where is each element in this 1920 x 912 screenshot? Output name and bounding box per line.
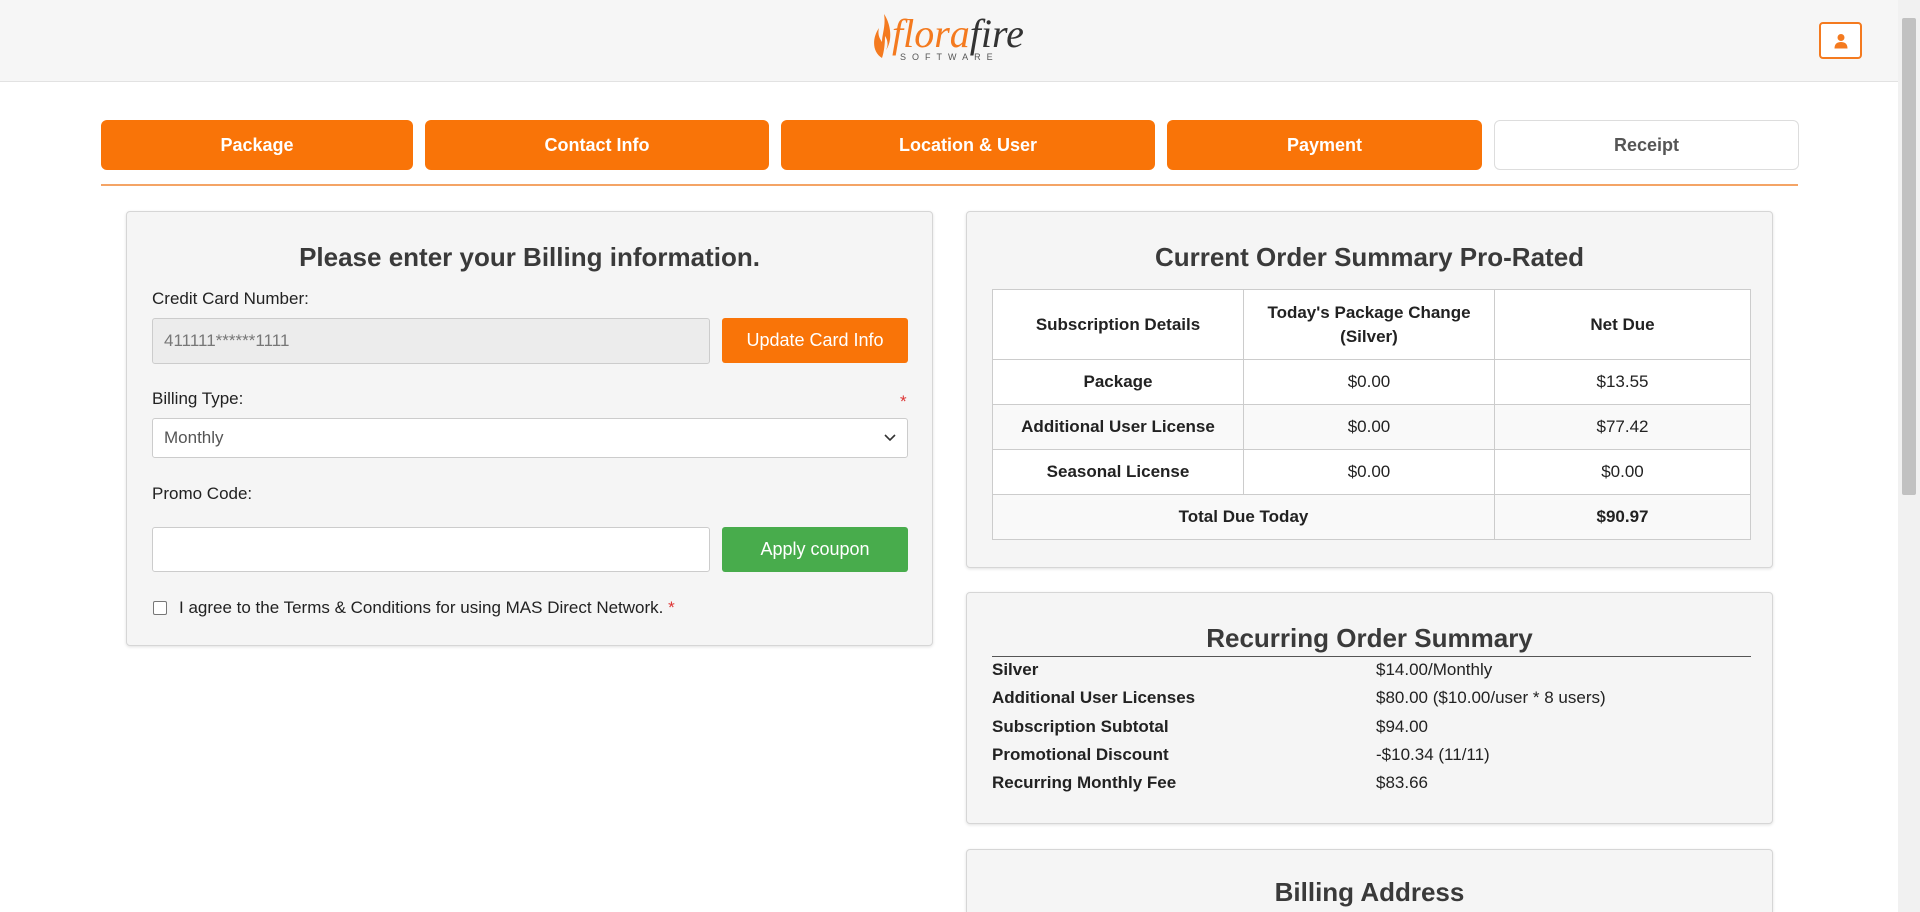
page-scrollbar[interactable] — [1898, 0, 1920, 912]
terms-required-mark: * — [668, 598, 675, 617]
billing-type-label: Billing Type: — [152, 389, 244, 408]
promo-code-label: Promo Code: — [152, 484, 253, 503]
recurring-row: Recurring Monthly Fee $83.66 — [992, 769, 1751, 797]
logo-secondary-text: fire — [969, 11, 1024, 56]
total-due-label: Total Due Today — [992, 494, 1495, 540]
user-account-button[interactable] — [1819, 22, 1862, 59]
recurring-key: Recurring Monthly Fee — [992, 773, 1177, 792]
promo-code-input[interactable] — [152, 527, 710, 572]
recurring-value: -$10.34 (11/11) — [1376, 745, 1490, 764]
billing-type-select[interactable]: Monthly — [152, 418, 908, 458]
step-payment[interactable]: Payment — [1167, 120, 1482, 170]
card-number-field[interactable]: 411111******1111 — [152, 318, 710, 364]
table-row: Additional User License $0.00 $77.42 — [992, 404, 1751, 450]
billing-type-value: Monthly — [164, 428, 224, 447]
order-summary-panel: Current Order Summary Pro-Rated Subscrip… — [966, 211, 1773, 568]
billing-address-panel: Billing Address — [966, 849, 1773, 912]
recurring-value: $80.00 ($10.00/user * 8 users) — [1376, 688, 1606, 707]
billing-address-title: Billing Address — [1274, 877, 1465, 907]
table-header-cell: Net Due — [1494, 289, 1751, 360]
scrollbar-thumb[interactable] — [1902, 18, 1916, 495]
table-cell-item: Additional User License — [992, 404, 1244, 450]
table-cell-change: $0.00 — [1243, 449, 1495, 495]
logo-subtitle: SOFTWARE — [900, 52, 999, 62]
billing-info-panel: Please enter your Billing information. C… — [126, 211, 933, 646]
table-cell-item: Package — [992, 359, 1244, 405]
recurring-key: Subscription Subtotal — [992, 717, 1169, 736]
top-header: florafire SOFTWARE — [0, 0, 1898, 82]
recurring-value: $14.00/Monthly — [1376, 660, 1493, 679]
table-cell-item: Seasonal License — [992, 449, 1244, 495]
recurring-key: Silver — [992, 660, 1039, 679]
terms-checkbox[interactable] — [153, 601, 167, 615]
table-row: Package $0.00 $13.55 — [992, 359, 1751, 405]
florafire-logo[interactable]: florafire SOFTWARE — [870, 12, 1030, 64]
recurring-key: Promotional Discount — [992, 745, 1169, 764]
table-cell-net: $0.00 — [1494, 449, 1751, 495]
recurring-row: Subscription Subtotal $94.00 — [992, 713, 1751, 741]
table-cell-net: $77.42 — [1494, 404, 1751, 450]
step-package[interactable]: Package — [101, 120, 413, 170]
user-icon — [1834, 33, 1847, 48]
flame-icon — [874, 14, 891, 58]
table-header-cell: Subscription Details — [992, 289, 1244, 360]
recurring-value: $94.00 — [1376, 717, 1428, 736]
table-cell-change: $0.00 — [1243, 404, 1495, 450]
apply-coupon-button[interactable]: Apply coupon — [722, 527, 908, 572]
table-cell-change: $0.00 — [1243, 359, 1495, 405]
logo-primary-text: flora — [892, 11, 970, 56]
terms-text: I agree to the Terms & Conditions for us… — [179, 598, 664, 617]
billing-info-title: Please enter your Billing information. — [299, 242, 760, 272]
step-receipt[interactable]: Receipt — [1494, 120, 1799, 170]
card-number-label: Credit Card Number: — [152, 289, 309, 308]
recurring-value: $83.66 — [1376, 773, 1428, 792]
order-summary-table: Subscription Details Today's Package Cha… — [992, 289, 1751, 540]
recurring-summary-title: Recurring Order Summary — [1206, 623, 1533, 653]
step-contact-info[interactable]: Contact Info — [425, 120, 769, 170]
recurring-key: Additional User Licenses — [992, 688, 1196, 707]
recurring-row: Silver $14.00/Monthly — [992, 656, 1751, 684]
recurring-summary-panel: Recurring Order Summary Silver $14.00/Mo… — [966, 592, 1773, 824]
table-header-cell: Today's Package Change (Silver) — [1243, 289, 1495, 360]
recurring-row: Promotional Discount -$10.34 (11/11) — [992, 741, 1751, 769]
table-total-row: Total Due Today $90.97 — [992, 494, 1751, 540]
update-card-info-button[interactable]: Update Card Info — [722, 318, 908, 363]
recurring-row: Additional User Licenses $80.00 ($10.00/… — [992, 684, 1751, 712]
logo-wordmark: florafire — [892, 12, 1024, 56]
table-row: Seasonal License $0.00 $0.00 — [992, 449, 1751, 495]
steps-divider — [101, 184, 1798, 186]
chevron-down-icon — [884, 434, 896, 442]
order-summary-title: Current Order Summary Pro-Rated — [1154, 242, 1585, 272]
table-header-row: Subscription Details Today's Package Cha… — [992, 289, 1751, 360]
terms-label: I agree to the Terms & Conditions for us… — [179, 598, 675, 618]
total-due-value: $90.97 — [1494, 494, 1751, 540]
table-cell-net: $13.55 — [1494, 359, 1751, 405]
step-location-user[interactable]: Location & User — [781, 120, 1155, 170]
billing-type-required-mark: * — [900, 392, 907, 411]
